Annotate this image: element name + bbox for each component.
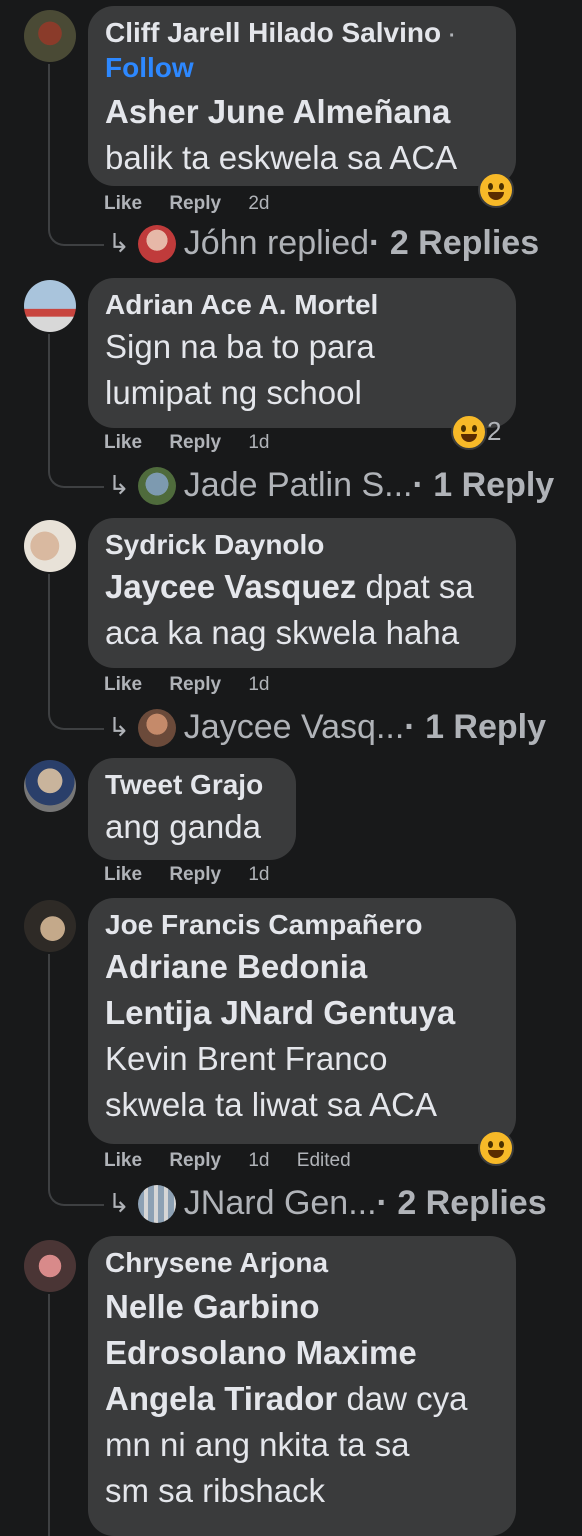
like-button[interactable]: Like <box>104 432 142 453</box>
avatar <box>137 466 176 505</box>
comment-text: dpat sa <box>356 568 474 605</box>
mention-link[interactable]: Lentija JNard Gentuya <box>105 994 455 1031</box>
author-name[interactable]: Adrian Ace A. Mortel <box>105 288 498 322</box>
comment-text: aca ka nag skwela haha <box>105 614 460 651</box>
comment-bubble: Joe Francis Campañero Adriane Bedonia Le… <box>88 898 516 1144</box>
avatar <box>137 1184 176 1223</box>
timestamp[interactable]: 2d <box>248 193 269 214</box>
thread-line <box>48 334 50 466</box>
comment-bubble: Adrian Ace A. Mortel Sign na ba to para … <box>88 278 516 428</box>
comment-text: Sign na ba to para <box>105 328 375 365</box>
haha-reaction-icon[interactable] <box>478 1130 514 1166</box>
timestamp[interactable]: 1d <box>248 674 269 695</box>
comment-bubble: Tweet Grajo ang ganda <box>88 758 296 860</box>
separator-dot: · <box>448 25 456 47</box>
mention-link[interactable]: Nelle Garbino <box>105 1288 320 1325</box>
mention-link[interactable]: Jaycee Vasquez <box>105 568 356 605</box>
comment-actions: Like Reply 1d Edited <box>104 1150 373 1172</box>
reply-button[interactable]: Reply <box>169 674 221 695</box>
comment-text: ang ganda <box>105 808 261 845</box>
replier-name: Jaycee Vasq... <box>183 708 405 746</box>
thread-connector <box>48 708 104 730</box>
author-name[interactable]: Joe Francis Campañero <box>105 908 498 942</box>
comment-actions: Like Reply 1d <box>104 674 291 696</box>
view-replies-link[interactable]: ↳ JNard Gen... · 2 Replies <box>108 1184 547 1223</box>
like-button[interactable]: Like <box>104 193 142 214</box>
comment-bubble: Chrysene Arjona Nelle Garbino Edrosolano… <box>88 1236 516 1536</box>
comment-text: balik ta eskwela sa ACA <box>105 139 458 176</box>
haha-reaction-icon[interactable] <box>451 414 487 450</box>
mention-link[interactable]: Adriane Bedonia <box>105 948 367 985</box>
thread-connector <box>48 224 104 246</box>
comment-text: daw cya <box>337 1380 468 1417</box>
replier-name: Jade Patlin S... <box>183 466 413 504</box>
author-name[interactable]: Chrysene Arjona <box>105 1246 498 1280</box>
comment-actions: Like Reply 2d <box>104 193 291 215</box>
reply-count: · 1 Reply <box>412 466 555 504</box>
reply-arrow-icon: ↳ <box>108 1188 130 1218</box>
author-name[interactable]: Tweet Grajo <box>105 768 278 802</box>
view-replies-link[interactable]: ↳ Jaycee Vasq... · 1 Reply <box>108 708 546 747</box>
reply-button[interactable]: Reply <box>169 432 221 453</box>
comment-text: mn ni ang nkita ta sa <box>105 1426 410 1463</box>
avatar[interactable] <box>24 900 76 952</box>
replier-name: Jóhn replied <box>183 224 370 262</box>
thread-connector <box>48 1184 104 1206</box>
thread-line <box>48 954 50 1184</box>
timestamp[interactable]: 1d <box>248 1150 269 1171</box>
reply-button[interactable]: Reply <box>169 1150 221 1171</box>
avatar[interactable] <box>24 520 76 572</box>
comment-text: lumipat ng school <box>105 374 362 411</box>
view-replies-link[interactable]: ↳ Jade Patlin S... · 1 Reply <box>108 466 554 505</box>
thread-connector <box>48 466 104 488</box>
replier-name: JNard Gen... <box>183 1184 377 1222</box>
follow-button[interactable]: Follow <box>105 53 498 83</box>
thread-line <box>48 64 50 224</box>
avatar[interactable] <box>24 760 76 812</box>
like-button[interactable]: Like <box>104 674 142 695</box>
mention-link[interactable]: Edrosolano Maxime <box>105 1334 417 1371</box>
haha-reaction-icon[interactable] <box>478 172 514 208</box>
avatar[interactable] <box>24 280 76 332</box>
comment-text: sm sa ribshack <box>105 1472 326 1509</box>
reply-arrow-icon: ↳ <box>108 228 130 258</box>
timestamp[interactable]: 1d <box>248 432 269 453</box>
thread-line <box>48 1294 50 1536</box>
reply-button[interactable]: Reply <box>169 193 221 214</box>
avatar <box>137 224 176 263</box>
comment-text: Kevin Brent Franco <box>105 1040 388 1077</box>
comment-text: skwela ta liwat sa ACA <box>105 1086 437 1123</box>
reply-button[interactable]: Reply <box>169 864 221 885</box>
author-name[interactable]: Cliff Jarell Hilado Salvino <box>105 17 441 48</box>
reply-count: · 2 Replies <box>376 1184 547 1222</box>
reply-arrow-icon: ↳ <box>108 470 130 500</box>
edited-label: Edited <box>296 1150 351 1171</box>
like-button[interactable]: Like <box>104 1150 142 1171</box>
mention-link[interactable]: Asher June Almeñana <box>105 93 450 130</box>
view-replies-link[interactable]: ↳ Jóhn replied · 2 Replies <box>108 224 539 263</box>
mention-link[interactable]: Angela Tirador <box>105 1380 337 1417</box>
reaction-count[interactable]: 2 <box>487 416 501 447</box>
comment-bubble: Cliff Jarell Hilado Salvino · Follow Ash… <box>88 6 516 186</box>
comment-actions: Like Reply 1d <box>104 864 291 886</box>
thread-line <box>48 574 50 708</box>
comment-bubble: Sydrick Daynolo Jaycee Vasquez dpat sa a… <box>88 518 516 668</box>
avatar[interactable] <box>24 10 76 62</box>
author-name[interactable]: Sydrick Daynolo <box>105 528 498 562</box>
avatar <box>137 708 176 747</box>
like-button[interactable]: Like <box>104 864 142 885</box>
reply-arrow-icon: ↳ <box>108 712 130 742</box>
reply-count: · 1 Reply <box>404 708 547 746</box>
timestamp[interactable]: 1d <box>248 864 269 885</box>
avatar[interactable] <box>24 1240 76 1292</box>
reply-count: · 2 Replies <box>369 224 540 262</box>
comment-actions: Like Reply 1d <box>104 432 291 454</box>
